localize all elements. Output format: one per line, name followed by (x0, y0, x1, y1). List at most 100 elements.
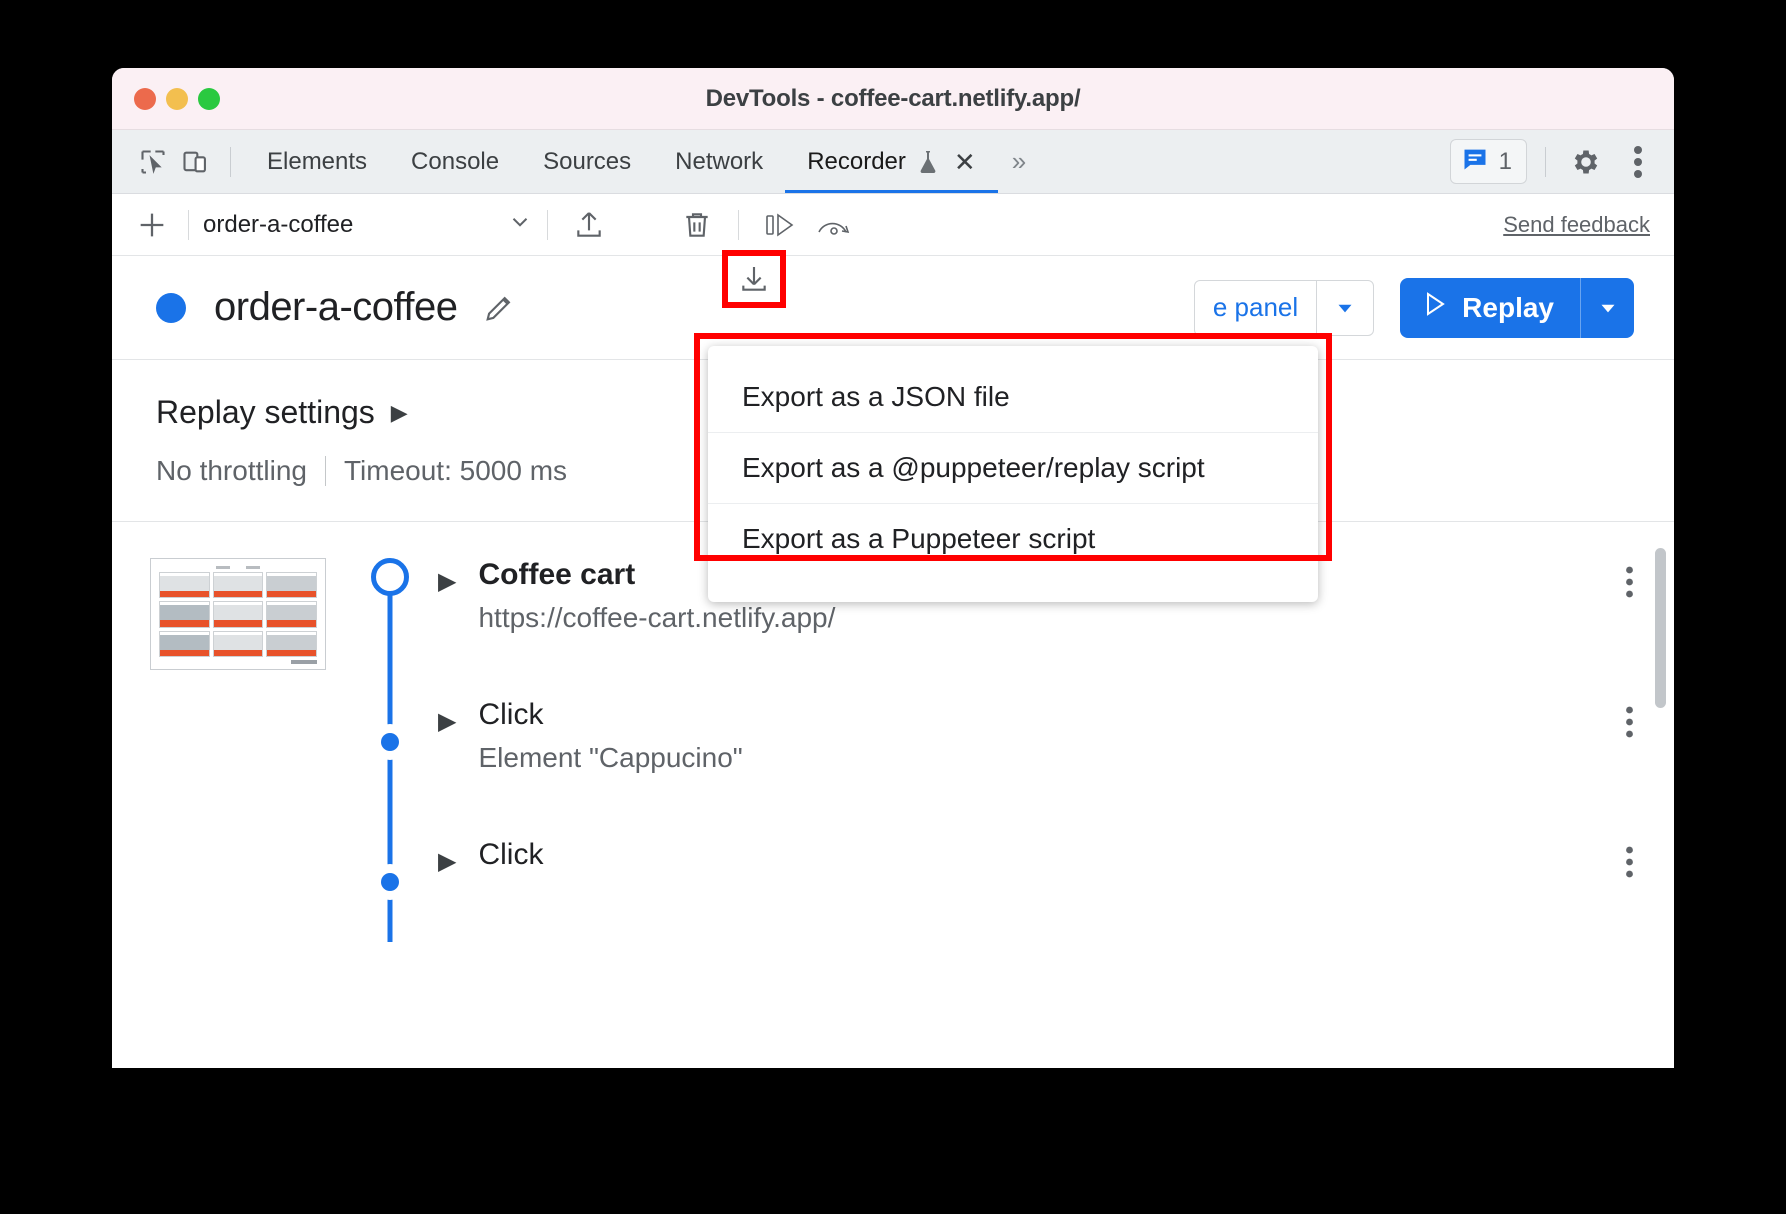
replay-settings-label: Replay settings (156, 394, 375, 430)
more-vertical-icon[interactable] (1616, 140, 1660, 184)
thumbnail-cup (159, 630, 210, 657)
recording-selector[interactable]: order-a-coffee (203, 209, 533, 240)
window-title: DevTools - coffee-cart.netlify.app/ (705, 84, 1081, 112)
tab-network[interactable]: Network (653, 130, 785, 193)
tab-label: Recorder (807, 147, 906, 175)
minimize-window-button[interactable] (166, 87, 188, 110)
steps-scrollbar[interactable] (1655, 548, 1666, 708)
recording-header-actions: e panel Replay (1193, 277, 1634, 338)
list-item[interactable]: ▶ Click Element "Cappucino" (438, 698, 1634, 838)
replay-button[interactable]: Replay (1400, 277, 1634, 338)
replay-label: Replay (1462, 291, 1554, 323)
pencil-icon[interactable] (482, 291, 516, 325)
send-feedback-link[interactable]: Send feedback (1503, 212, 1656, 238)
step-over-icon[interactable] (756, 201, 804, 249)
chevron-down-icon[interactable] (1580, 277, 1634, 338)
close-window-button[interactable] (134, 87, 156, 110)
trash-icon[interactable] (673, 201, 721, 249)
toolbar-divider (188, 209, 189, 240)
tab-console[interactable]: Console (389, 130, 521, 193)
play-triangle-icon (1422, 290, 1448, 325)
step-content: Click Element "Cappucino" (478, 698, 1625, 774)
traffic-lights (134, 87, 220, 110)
chevron-down-icon[interactable] (1317, 281, 1373, 335)
value-divider (324, 456, 326, 486)
toolbar-divider (547, 209, 548, 240)
thumbnail-cup (212, 572, 264, 599)
tabbar-right-actions: 1 (1449, 139, 1660, 184)
window-titlebar: DevTools - coffee-cart.netlify.app/ (112, 68, 1674, 130)
export-menu: Export as a JSON file Export as a @puppe… (708, 346, 1318, 602)
tab-sources[interactable]: Sources (521, 130, 653, 193)
issues-count: 1 (1498, 147, 1512, 175)
tab-label: Elements (267, 147, 368, 175)
inspect-element-icon[interactable] (132, 141, 174, 183)
thumbnail-line (291, 660, 317, 664)
timeline-node (372, 864, 408, 900)
timeline-node-start (371, 558, 409, 596)
page-title: order-a-coffee (214, 285, 458, 329)
list-item[interactable]: ▶ Click (438, 838, 1634, 942)
tab-recorder[interactable]: Recorder ✕ (785, 130, 998, 193)
menu-item-export-puppeteer[interactable]: Export as a Puppeteer script (708, 504, 1318, 574)
thumbnail-cup (212, 630, 264, 657)
thumbnail-line (216, 566, 230, 569)
toolbar-divider (1545, 146, 1546, 177)
step-content: Click (478, 838, 1625, 882)
thumbnail-line (246, 566, 260, 569)
measure-performance-icon[interactable] (810, 201, 858, 249)
panel-tabs: Elements Console Sources Network Recorde… (245, 130, 1037, 193)
throttling-value[interactable]: No throttling (156, 455, 307, 487)
issues-message-icon (1461, 145, 1489, 178)
thumbnail-coffee-grid (159, 572, 317, 657)
thumbnail-cup (159, 572, 210, 599)
thumbnail-column (112, 558, 342, 942)
thumbnail-footer (159, 660, 317, 664)
tab-label: Network (675, 147, 764, 175)
recording-header: order-a-coffee e panel Replay (112, 256, 1674, 360)
tab-elements[interactable]: Elements (245, 130, 389, 193)
menu-item-export-puppeteer-replay[interactable]: Export as a @puppeteer/replay script (708, 433, 1318, 504)
triangle-right-icon: ▶ (390, 399, 408, 425)
chevron-down-icon (507, 209, 533, 240)
tab-label: Sources (543, 147, 632, 175)
gear-icon[interactable] (1564, 140, 1608, 184)
replay-main-button[interactable]: Replay (1400, 278, 1580, 338)
thumbnail-cup (266, 572, 317, 599)
thumbnail-cup (266, 630, 317, 657)
zoom-window-button[interactable] (198, 87, 220, 110)
more-vertical-icon[interactable] (1625, 698, 1634, 738)
step-subtitle: https://coffee-cart.netlify.app/ (478, 602, 836, 633)
thumbnail-cup (266, 601, 317, 628)
recording-selector-label: order-a-coffee (203, 210, 354, 238)
device-toolbar-icon[interactable] (174, 141, 216, 183)
thumbnail-cup (212, 601, 264, 628)
measure-performance-label[interactable]: e panel (1195, 281, 1316, 335)
step-title: Click (478, 698, 544, 731)
more-vertical-icon[interactable] (1625, 558, 1634, 598)
issues-button[interactable]: 1 (1449, 139, 1527, 184)
export-download-icon[interactable] (722, 250, 786, 308)
add-recording-button[interactable] (130, 203, 174, 247)
import-upload-icon[interactable] (565, 201, 613, 249)
devtools-window: DevTools - coffee-cart.netlify.app/ Elem… (112, 68, 1674, 1068)
triangle-right-icon[interactable]: ▶ (438, 570, 456, 594)
more-vertical-icon[interactable] (1625, 838, 1634, 878)
measure-performance-split-button[interactable]: e panel (1193, 279, 1375, 336)
timeout-value[interactable]: Timeout: 5000 ms (344, 455, 567, 487)
toolbar-divider (230, 146, 231, 177)
triangle-right-icon[interactable]: ▶ (438, 710, 456, 734)
steps-list: ▶ Coffee cart https://coffee-cart.netlif… (438, 558, 1674, 942)
chevron-double-right-icon[interactable]: » (998, 146, 1037, 177)
menu-item-export-json[interactable]: Export as a JSON file (708, 362, 1318, 433)
close-icon[interactable]: ✕ (950, 149, 976, 175)
flask-icon (916, 149, 940, 175)
screenshot-root: DevTools - coffee-cart.netlify.app/ Elem… (0, 0, 1786, 1214)
steps-timeline (342, 558, 438, 942)
status-badge (156, 292, 186, 323)
tab-label: Console (411, 147, 500, 175)
thumbnail-cup (159, 601, 210, 628)
step-title: Click (478, 838, 544, 871)
step-subtitle: Element "Cappucino" (478, 742, 743, 773)
triangle-right-icon[interactable]: ▶ (438, 850, 456, 874)
